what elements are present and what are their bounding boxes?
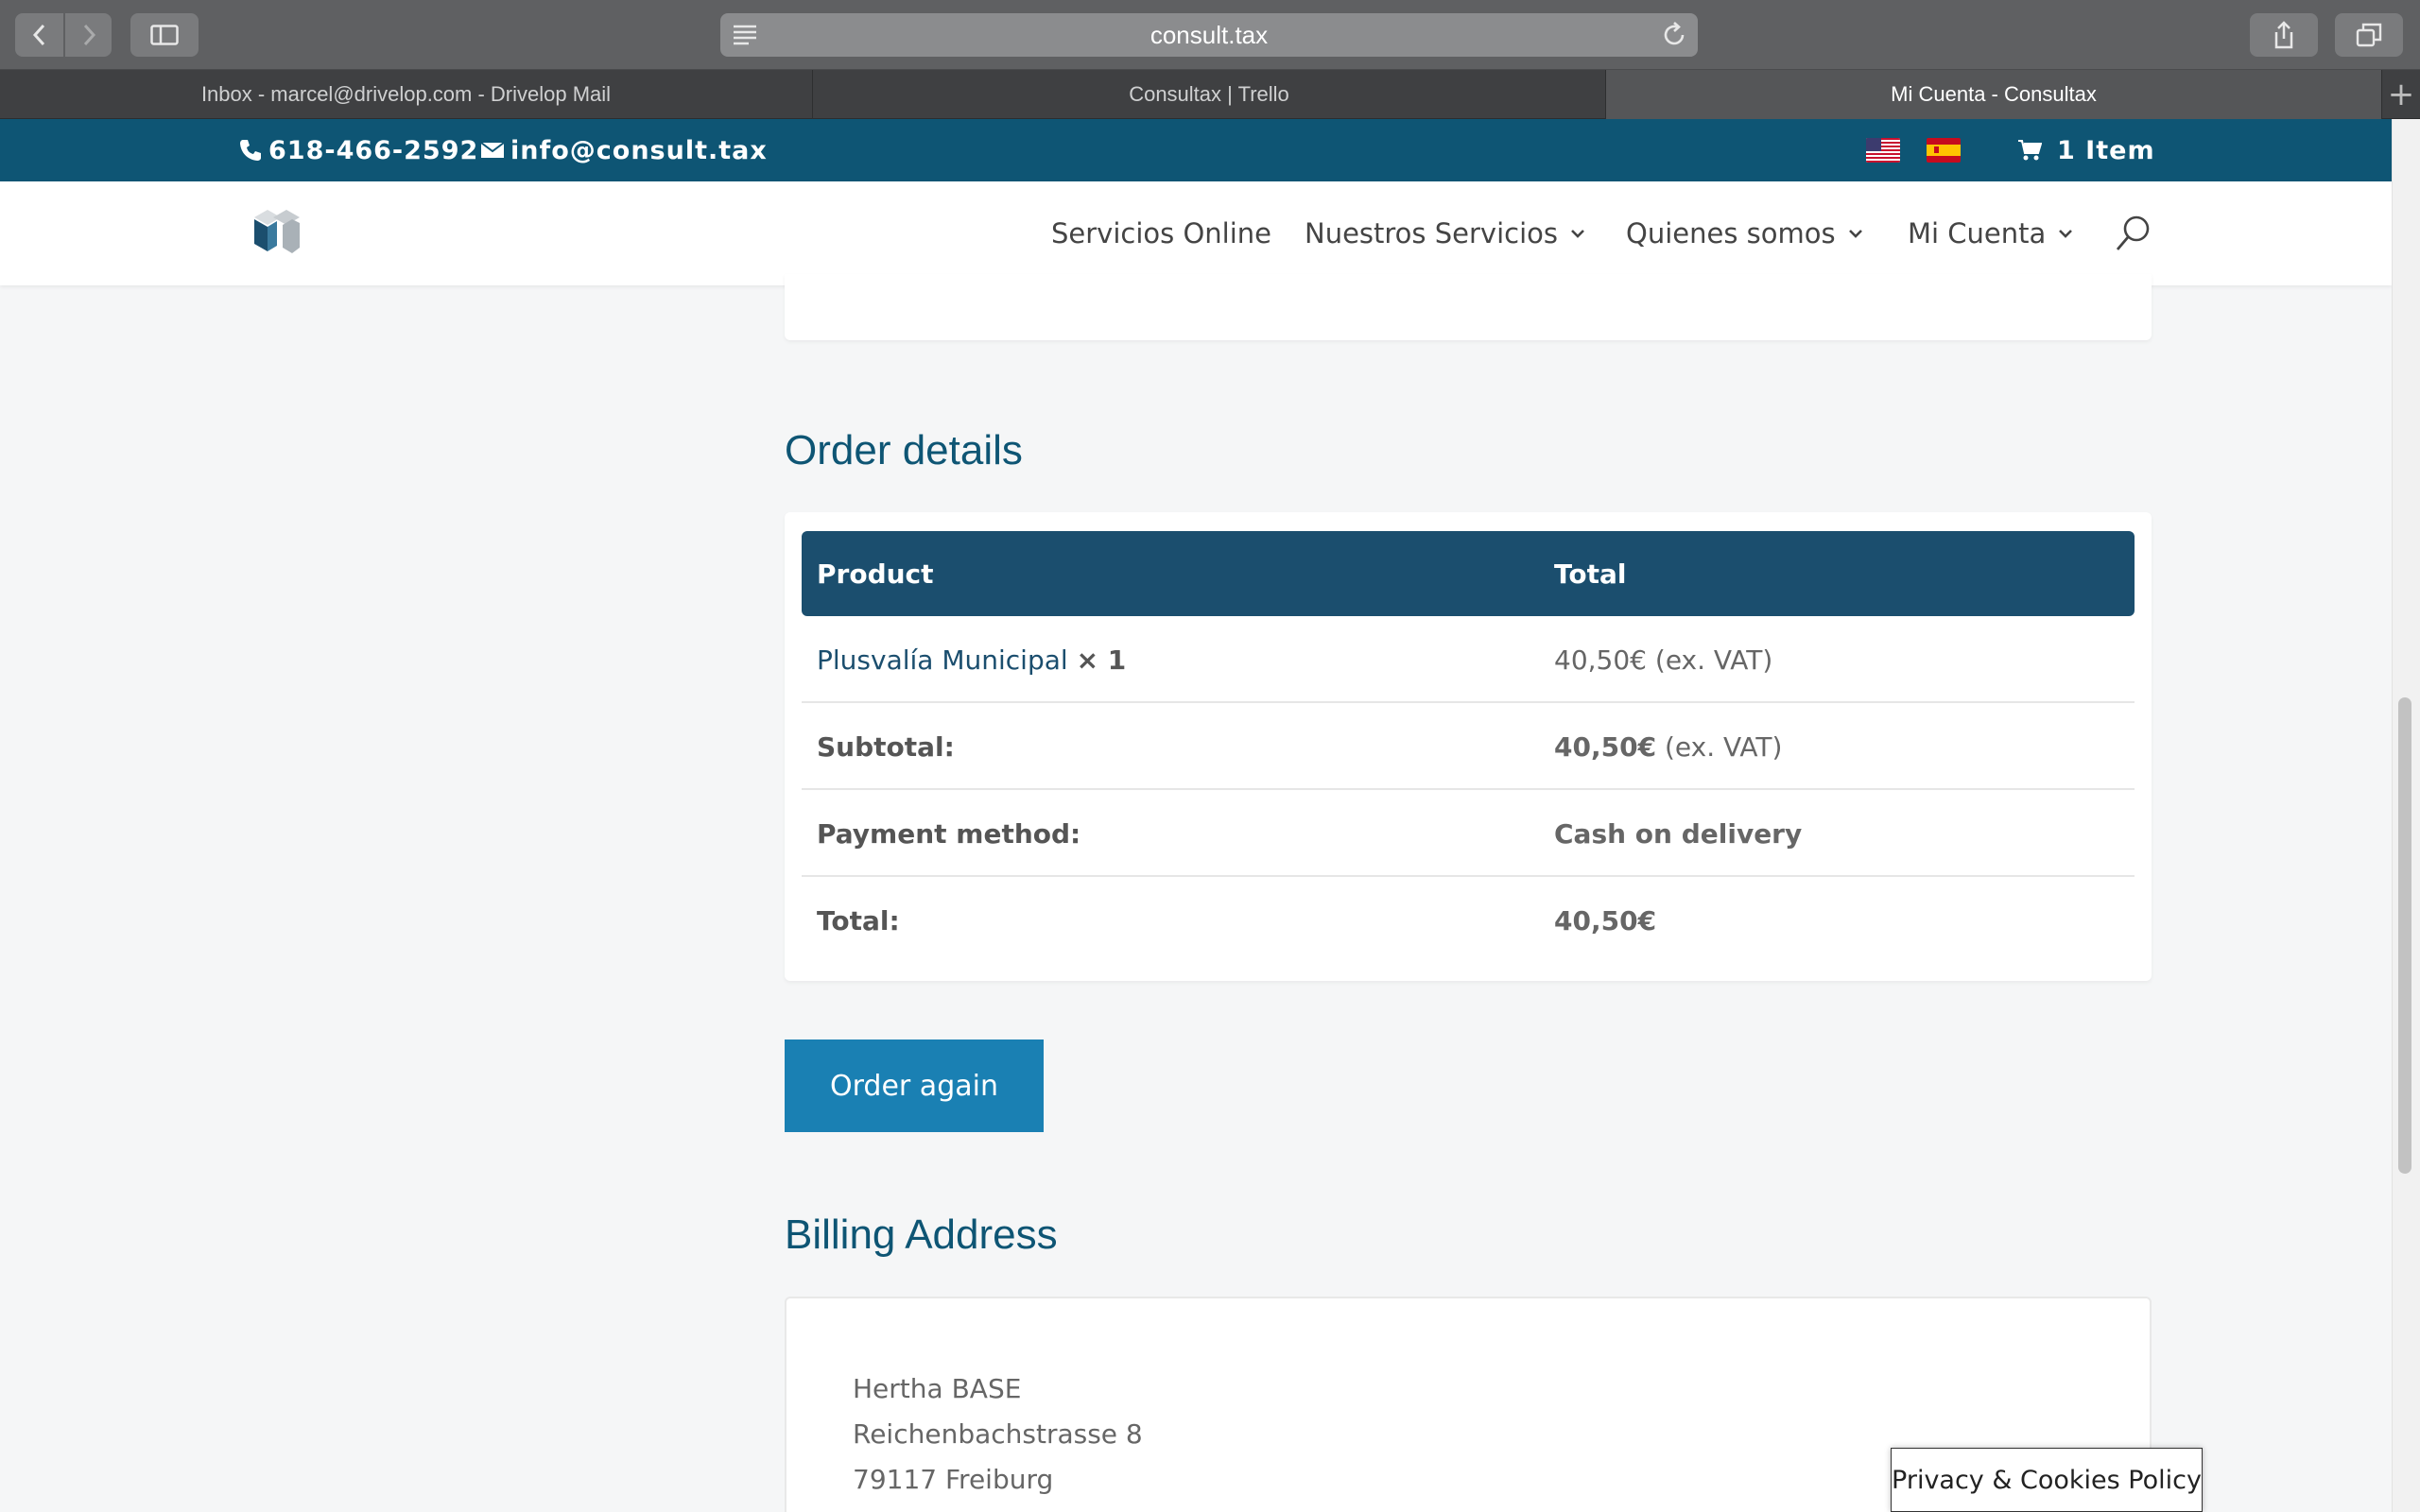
site-topbar: 618-466-2592 info@consult.tax 1 Item: [0, 119, 2392, 181]
subtotal-cell: 40,50€ (ex. VAT): [1554, 703, 1782, 790]
column-header-total: Total: [1554, 558, 1627, 590]
product-total: 40,50€ (ex. VAT): [1554, 616, 1772, 703]
tax-note: (ex. VAT): [1654, 644, 1773, 676]
site-header: Servicios Online Nuestros Servicios Quie…: [0, 181, 2392, 285]
subtotal-label: Subtotal:: [817, 730, 955, 763]
cart-icon: [2018, 140, 2042, 161]
product-link[interactable]: Plusvalía Municipal: [817, 644, 1068, 676]
tax-note: (ex. VAT): [1664, 730, 1783, 763]
cart-count: 1 Item: [2057, 135, 2155, 165]
plus-icon: +: [2387, 75, 2415, 113]
share-button[interactable]: [2250, 13, 2318, 57]
table-row: Total: 40,50€: [802, 877, 2135, 964]
phone-icon: [240, 140, 261, 161]
chevron-right-icon: [83, 24, 95, 46]
billing-address: Hertha BASE Reichenbachstrasse 8 79117 F…: [853, 1366, 1143, 1503]
tab-label: Mi Cuenta - Consultax: [1891, 82, 2097, 106]
tabs-overview-button[interactable]: [2335, 13, 2403, 57]
address-line: Reichenbachstrasse 8: [853, 1418, 1143, 1450]
address-line: 79117 Freiburg: [853, 1464, 1054, 1495]
chevron-down-icon: [2059, 230, 2073, 238]
previous-section-card: [785, 274, 2152, 340]
nav-label: Quienes somos: [1626, 217, 1836, 249]
subtotal-value: 40,50€: [1554, 730, 1657, 763]
total-value: 40,50€: [1554, 904, 1657, 936]
total-label: Total:: [817, 904, 900, 936]
product-quantity: × 1: [1076, 644, 1127, 676]
nav-label: Servicios Online: [1051, 217, 1272, 249]
envelope-icon: [480, 142, 505, 158]
payment-method-value: Cash on delivery: [1554, 817, 1803, 850]
email-link[interactable]: info@consult.tax: [480, 119, 768, 181]
product-cell: Plusvalía Municipal × 1: [817, 616, 1126, 703]
browser-toolbar: consult.tax: [0, 0, 2420, 70]
price-value: 40,50€: [1554, 644, 1647, 676]
nav-quienes-somos[interactable]: Quienes somos: [1626, 181, 1864, 285]
address-bar[interactable]: consult.tax: [720, 13, 1698, 57]
chevron-left-icon: [32, 24, 44, 46]
order-details-heading: Order details: [785, 427, 1023, 473]
tab-drivelop-mail[interactable]: Inbox - marcel@drivelop.com - Drivelop M…: [0, 70, 813, 119]
sidebar-toggle-button[interactable]: [130, 13, 199, 57]
payment-method-label: Payment method:: [817, 817, 1081, 850]
sidebar-icon: [150, 25, 179, 45]
table-row: Subtotal: 40,50€ (ex. VAT): [802, 703, 2135, 790]
back-button[interactable]: [15, 13, 63, 57]
url-text: consult.tax: [1150, 20, 1269, 49]
column-header-product: Product: [817, 558, 934, 590]
email-address: info@consult.tax: [510, 135, 768, 165]
scrollbar-thumb[interactable]: [2398, 697, 2411, 1174]
privacy-cookies-button[interactable]: Privacy & Cookies Policy: [1891, 1448, 2203, 1512]
reload-icon: [1664, 22, 1685, 45]
table-row: Payment method: Cash on delivery: [802, 790, 2135, 877]
spain-flag-icon[interactable]: [1927, 138, 1961, 163]
us-flag-icon[interactable]: [1866, 138, 1900, 163]
order-again-button[interactable]: Order again: [785, 1040, 1044, 1132]
search-icon[interactable]: [2114, 214, 2152, 253]
billing-address-heading: Billing Address: [785, 1211, 1058, 1258]
tab-bar: Inbox - marcel@drivelop.com - Drivelop M…: [0, 70, 2420, 119]
table-row: Plusvalía Municipal × 1 40,50€ (ex. VAT): [802, 616, 2135, 703]
address-line: Hertha BASE: [853, 1373, 1022, 1404]
chevron-down-icon: [1848, 230, 1862, 238]
new-tab-button[interactable]: +: [2382, 70, 2420, 118]
tab-label: Consultax | Trello: [1129, 82, 1289, 106]
order-details-card: Product Total Plusvalía Municipal × 1 40…: [785, 512, 2152, 981]
tab-trello[interactable]: Consultax | Trello: [813, 70, 1606, 119]
nav-nuestros-servicios[interactable]: Nuestros Servicios: [1305, 181, 1586, 285]
cart-link[interactable]: 1 Item: [2017, 119, 2155, 181]
tab-mi-cuenta[interactable]: Mi Cuenta - Consultax: [1606, 70, 2382, 119]
forward-button[interactable]: [63, 13, 112, 57]
tabs-icon: [2356, 23, 2382, 47]
history-nav: [15, 13, 112, 57]
tab-label: Inbox - marcel@drivelop.com - Drivelop M…: [200, 82, 612, 106]
phone-link[interactable]: 618-466-2592: [238, 119, 478, 181]
nav-mi-cuenta[interactable]: Mi Cuenta: [1908, 181, 2074, 285]
nav-servicios-online[interactable]: Servicios Online: [1051, 181, 1271, 285]
reader-icon: [734, 25, 756, 45]
nav-label: Nuestros Servicios: [1305, 217, 1558, 249]
nav-label: Mi Cuenta: [1908, 217, 2047, 249]
order-table-header: Product Total: [802, 531, 2135, 616]
share-icon: [2274, 21, 2293, 49]
consultax-logo[interactable]: [251, 208, 303, 257]
phone-number: 618-466-2592: [268, 135, 479, 165]
chevron-down-icon: [1571, 230, 1584, 238]
